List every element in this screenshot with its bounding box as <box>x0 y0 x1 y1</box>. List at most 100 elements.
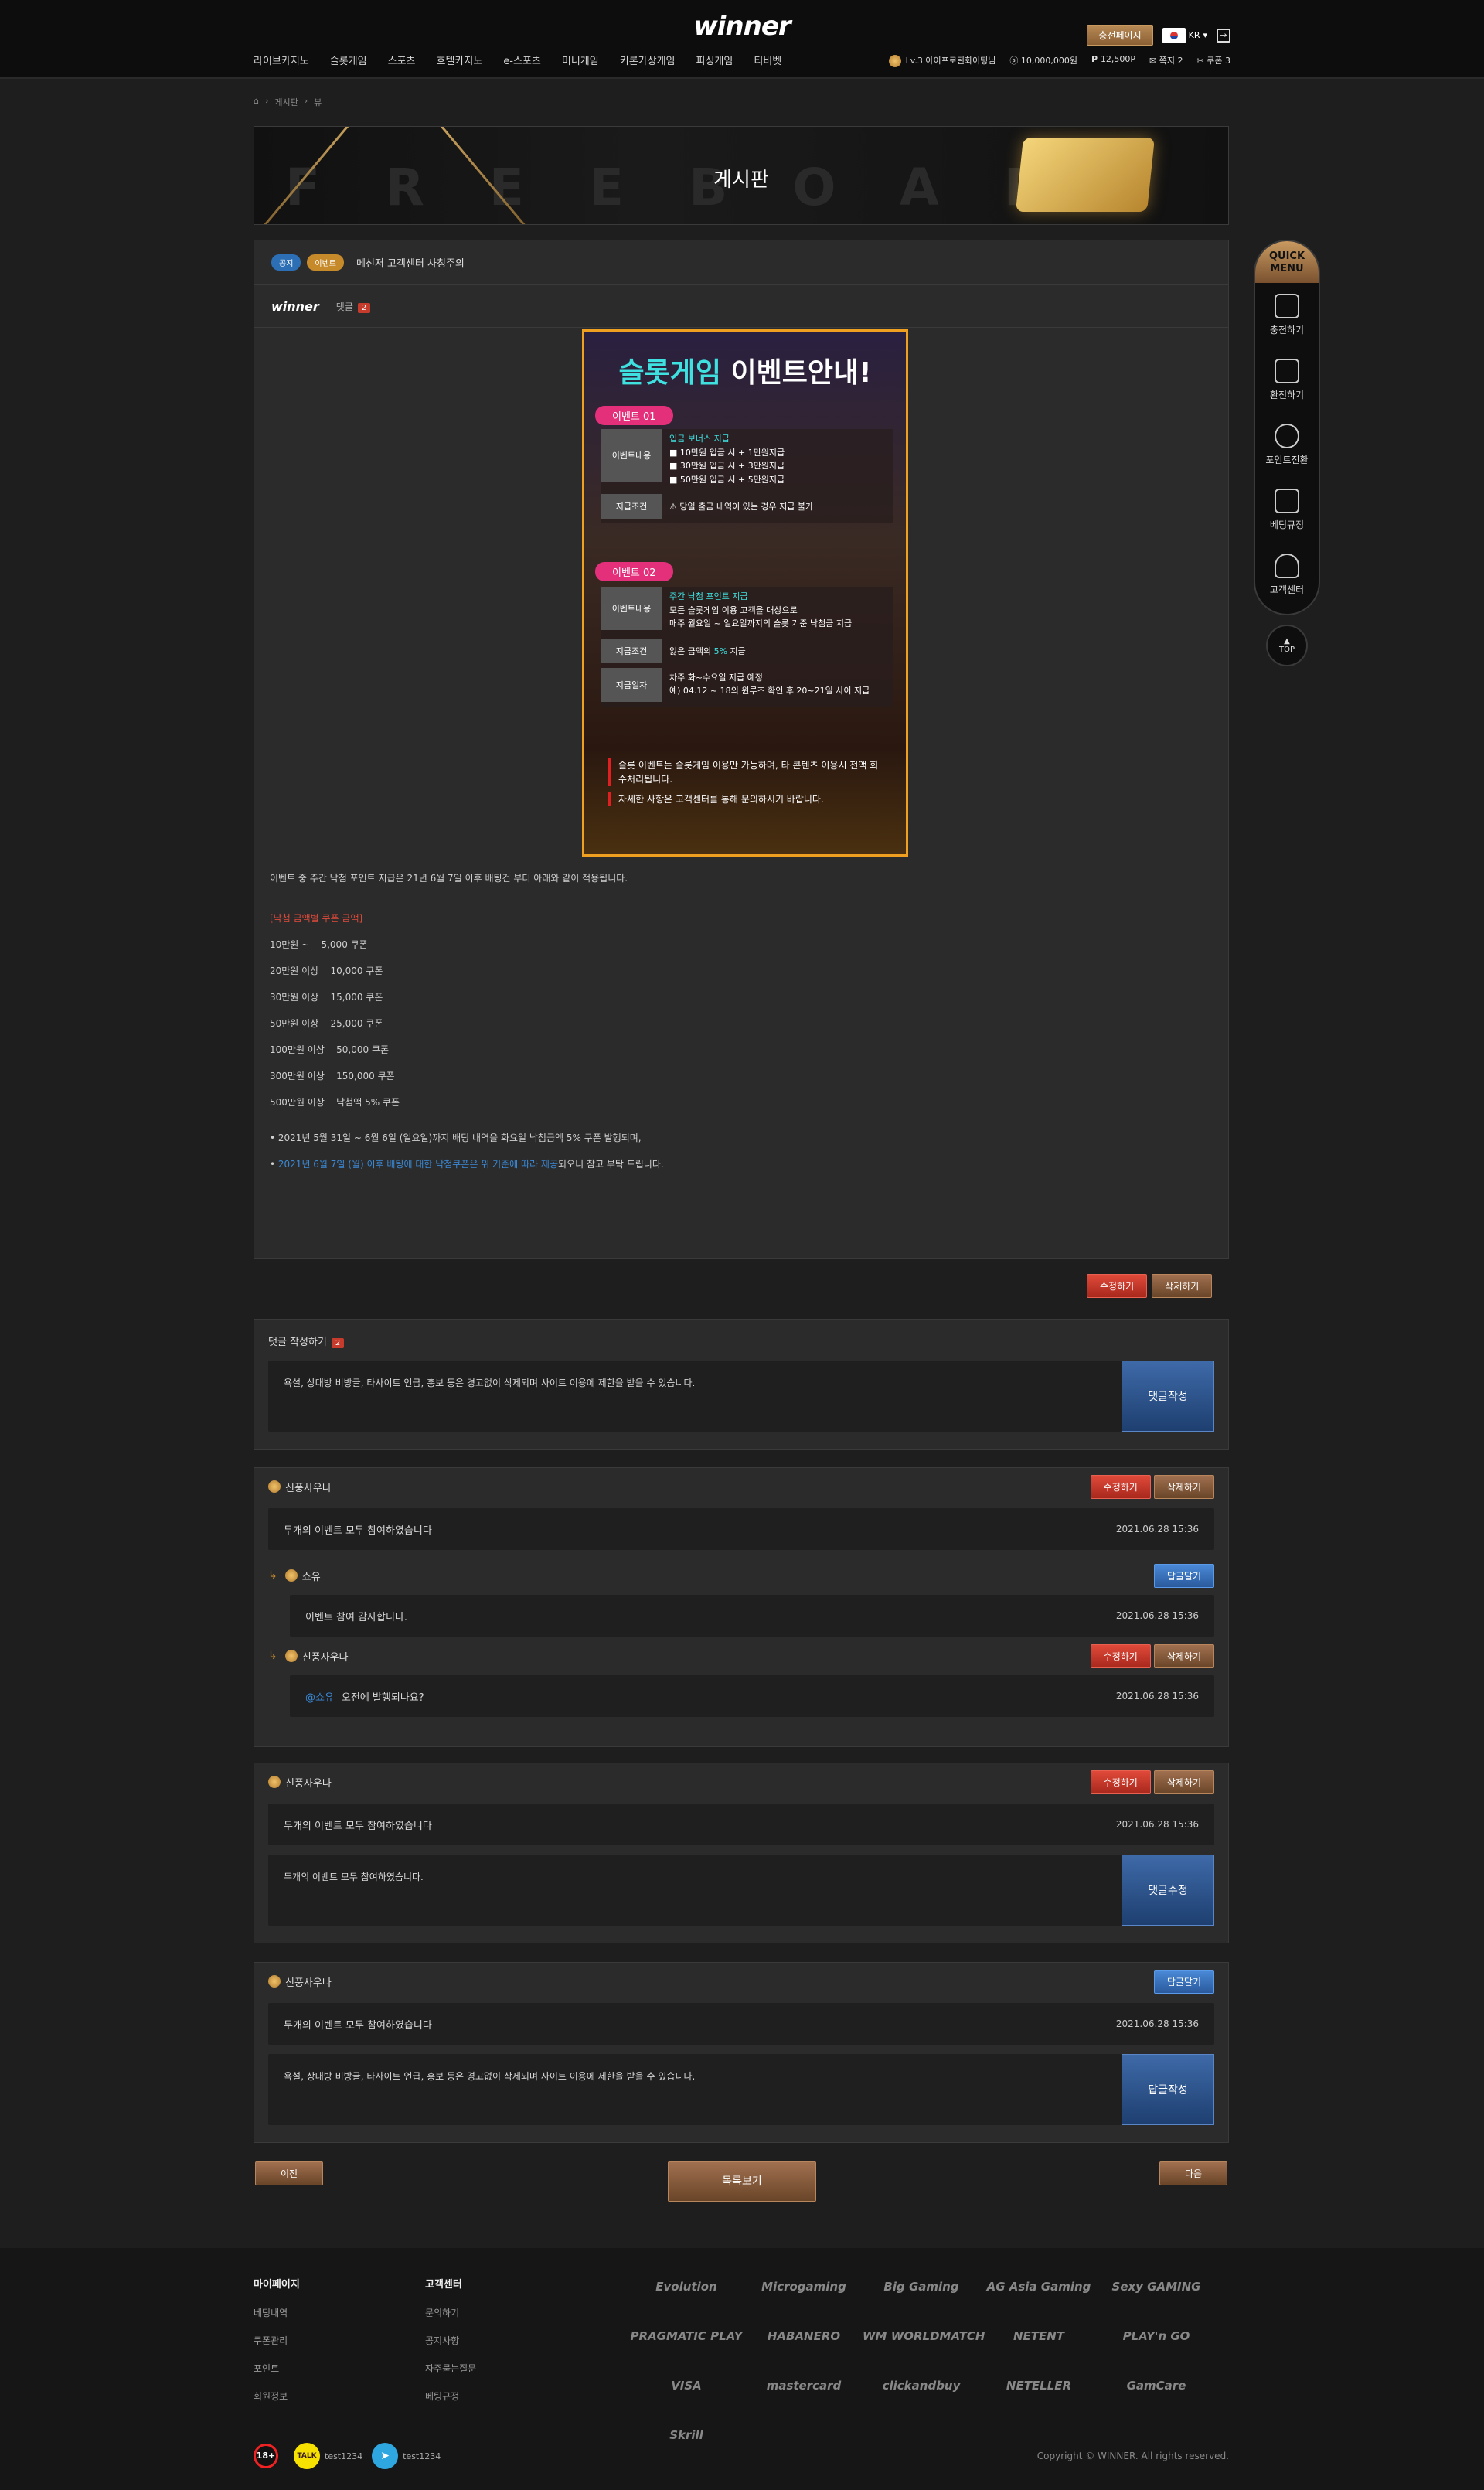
board-banner: FREEBOARD 게시판 <box>254 126 1229 225</box>
document-icon <box>1275 489 1299 513</box>
delete-reply-button[interactable]: 삭제하기 <box>1153 1644 1214 1668</box>
quick-exchange[interactable]: 환전하기 <box>1255 348 1319 413</box>
nav-item-live-casino[interactable]: 라이브카지노 <box>254 53 309 67</box>
comment-input[interactable]: 욕설, 상대방 비방글, 타사이트 언급, 홍보 등은 경고없이 삭제되며 사이… <box>268 1361 1122 1432</box>
list-button[interactable]: 목록보기 <box>668 2161 816 2202</box>
footer-link[interactable]: 베팅내역 <box>254 2299 300 2327</box>
edit-comment-input[interactable]: 두개의 이벤트 모두 참여하였습니다. <box>268 1855 1122 1926</box>
delete-comment-button[interactable]: 삭제하기 <box>1153 1770 1214 1794</box>
event2-condition-label: 지급조건 <box>601 638 662 663</box>
event2-dates: 차주 화~수요일 지급 예정 예) 04.12 ~ 18의 윈루즈 확인 후 2… <box>669 672 870 697</box>
comment-thread: 신풍사우나 수정하기 삭제하기 두개의 이벤트 모두 참여하였습니다 2021.… <box>254 1763 1229 1943</box>
language-selector[interactable]: KR ▾ <box>1162 27 1207 43</box>
save-edit-button[interactable]: 댓글수정 <box>1122 1855 1214 1926</box>
nav-item-minigame[interactable]: 미니게임 <box>562 53 599 67</box>
event2-condition: 잃은 금액의 5% 지급 <box>669 645 746 656</box>
footer-link[interactable]: 포인트 <box>254 2355 300 2383</box>
reply-body: @쇼유 오전에 발행되나요? 2021.06.28 15:36 <box>290 1675 1214 1717</box>
reply-placeholder: 욕설, 상대방 비방글, 타사이트 언급, 홍보 등은 경고없이 삭제되며 사이… <box>284 2071 696 2082</box>
note-icon: ✉ <box>1149 56 1159 66</box>
coupon-line: 30만원 이상 15,000 쿠폰 <box>270 992 383 1003</box>
comment-text: 두개의 이벤트 모두 참여하였습니다 <box>284 2019 432 2032</box>
quick-rules[interactable]: 베팅규정 <box>1255 478 1319 543</box>
reply-date: 2021.06.28 15:36 <box>1115 1610 1199 1621</box>
reply-button[interactable]: 답글달기 <box>1153 1969 1214 1994</box>
nav-item-hotel-casino[interactable]: 호텔카지노 <box>437 53 483 67</box>
event2-text: 주간 낙첨 포인트 지급 모든 슬롯게임 이용 고객을 대상으로 매주 월요일 … <box>669 591 853 629</box>
prev-button[interactable]: 이전 <box>255 2161 323 2185</box>
home-icon[interactable]: ⌂ <box>254 96 259 108</box>
telegram-id: test1234 <box>403 2451 441 2461</box>
medal-icon <box>284 1650 298 1662</box>
poster-notes: 슬롯 이벤트는 슬롯게임 이용만 가능하며, 타 콘텐츠 이용시 전액 회수처리… <box>608 758 883 812</box>
nav-item-tvbet[interactable]: 티비벳 <box>754 53 781 67</box>
quick-charge[interactable]: 충전하기 <box>1255 283 1319 348</box>
event2-date-row: 지급일자 차주 화~수요일 지급 예정 예) 04.12 ~ 18의 윈루즈 확… <box>601 667 893 702</box>
edit-comment-button[interactable]: 수정하기 <box>1090 1770 1151 1794</box>
submit-reply-button[interactable]: 답글작성 <box>1122 2054 1214 2125</box>
nav-item-kiron[interactable]: 키론가상게임 <box>620 53 676 67</box>
delete-post-button[interactable]: 삭제하기 <box>1152 1274 1213 1298</box>
user-coupons[interactable]: ✂ 쿠폰 3 <box>1197 54 1230 67</box>
breadcrumb-board[interactable]: 게시판 <box>274 96 298 108</box>
comment-date: 2021.06.28 15:36 <box>1115 2018 1199 2029</box>
quick-menu-title: QUICK MENU <box>1255 241 1319 283</box>
post-actions: 수정하기 삭제하기 <box>1087 1274 1213 1298</box>
event1-label: 이벤트내용 <box>601 429 662 482</box>
footer-link[interactable]: 공지사항 <box>425 2327 476 2355</box>
scroll-top-button[interactable]: ▲ TOP <box>1266 625 1308 666</box>
wallet-icon <box>1275 359 1299 383</box>
telegram-icon[interactable]: ➤ <box>372 2443 399 2469</box>
nav-item-fishing[interactable]: 피싱게임 <box>696 53 733 67</box>
charge-page-button[interactable]: 충전페이지 <box>1087 25 1153 46</box>
language-code: KR <box>1188 30 1200 40</box>
site-logo[interactable]: winner <box>690 11 794 42</box>
kakao-icon[interactable]: TALK <box>294 2443 320 2469</box>
footer: 마이페이지 베팅내역 쿠폰관리 포인트 회원정보 고객센터 문의하기 공지사항 … <box>0 2248 1484 2490</box>
event1-text: 입금 보너스 지급 ■ 10만원 입금 시 + 1만원지급 ■ 30만원 입금 … <box>669 434 785 485</box>
footer-link[interactable]: 자주묻는질문 <box>425 2355 476 2383</box>
page-title: 게시판 <box>713 169 769 192</box>
quick-support[interactable]: 고객센터 <box>1255 543 1319 608</box>
submit-comment-button[interactable]: 댓글작성 <box>1122 1361 1214 1432</box>
provider-logo: WM WORLDMATCH <box>863 2329 985 2343</box>
nav-item-esports[interactable]: e-스포츠 <box>503 53 541 67</box>
reply-button[interactable]: 답글달기 <box>1153 1563 1214 1588</box>
coupon-line: 500만원 이상 낙첨액 5% 쿠폰 <box>270 1097 400 1108</box>
comment-actions: 수정하기 삭제하기 <box>1090 1474 1214 1499</box>
event-badge: 이벤트 <box>307 254 345 271</box>
edit-reply-button[interactable]: 수정하기 <box>1090 1644 1151 1668</box>
provider-logo: HABANERO <box>767 2329 841 2343</box>
footer-link[interactable]: 베팅규정 <box>425 2383 476 2410</box>
header-actions: 충전페이지 KR ▾ → <box>1087 25 1230 46</box>
mention-link[interactable]: @쇼유 <box>305 1689 334 1704</box>
provider-logo: PRAGMATIC PLAY <box>630 2329 743 2343</box>
footer-link[interactable]: 문의하기 <box>425 2299 476 2327</box>
comment-head: 신풍사우나 수정하기 삭제하기 <box>268 1474 1214 1499</box>
comment-thread: 신풍사우나 답글달기 두개의 이벤트 모두 참여하였습니다 2021.06.28… <box>254 1962 1229 2143</box>
event2-box: 이벤트내용 주간 낙첨 포인트 지급 모든 슬롯게임 이용 고객을 대상으로 매… <box>601 587 893 707</box>
nav-item-sports[interactable]: 스포츠 <box>388 53 416 67</box>
korea-flag-icon <box>1162 27 1186 43</box>
footer-link[interactable]: 쿠폰관리 <box>254 2327 300 2355</box>
footer-link[interactable]: 회원정보 <box>254 2383 300 2410</box>
nav-item-slot[interactable]: 슬롯게임 <box>330 53 367 67</box>
comment-body: 두개의 이벤트 모두 참여하였습니다 2021.06.28 15:36 <box>268 2003 1214 2045</box>
quick-point[interactable]: 포인트전환 <box>1255 413 1319 478</box>
next-button[interactable]: 다음 <box>1159 2161 1227 2185</box>
event2-pill: 이벤트 02 <box>595 562 673 581</box>
comment-count: 댓글 2 <box>336 300 371 313</box>
reply-input[interactable]: 욕설, 상대방 비방글, 타사이트 언급, 홍보 등은 경고없이 삭제되며 사이… <box>268 2054 1122 2125</box>
comment-form-title: 댓글 작성하기 2 <box>268 1334 1214 1348</box>
poster-note: 자세한 사항은 고객센터를 통해 문의하시기 바랍니다. <box>608 792 883 806</box>
chevron-right-icon: › <box>264 96 269 106</box>
edit-post-button[interactable]: 수정하기 <box>1087 1274 1148 1298</box>
chevron-right-icon: › <box>304 96 308 106</box>
event1-box: 이벤트내용 입금 보너스 지급 ■ 10만원 입금 시 + 1만원지급 ■ 30… <box>601 429 893 524</box>
edit-comment-button[interactable]: 수정하기 <box>1090 1474 1151 1499</box>
provider-logo: Sexy GAMING <box>1111 2280 1201 2294</box>
logout-icon[interactable]: → <box>1217 28 1230 43</box>
user-notes[interactable]: ✉ 쪽지 2 <box>1149 54 1183 67</box>
comment-date: 2021.06.28 15:36 <box>1115 1524 1199 1535</box>
delete-comment-button[interactable]: 삭제하기 <box>1153 1474 1214 1499</box>
